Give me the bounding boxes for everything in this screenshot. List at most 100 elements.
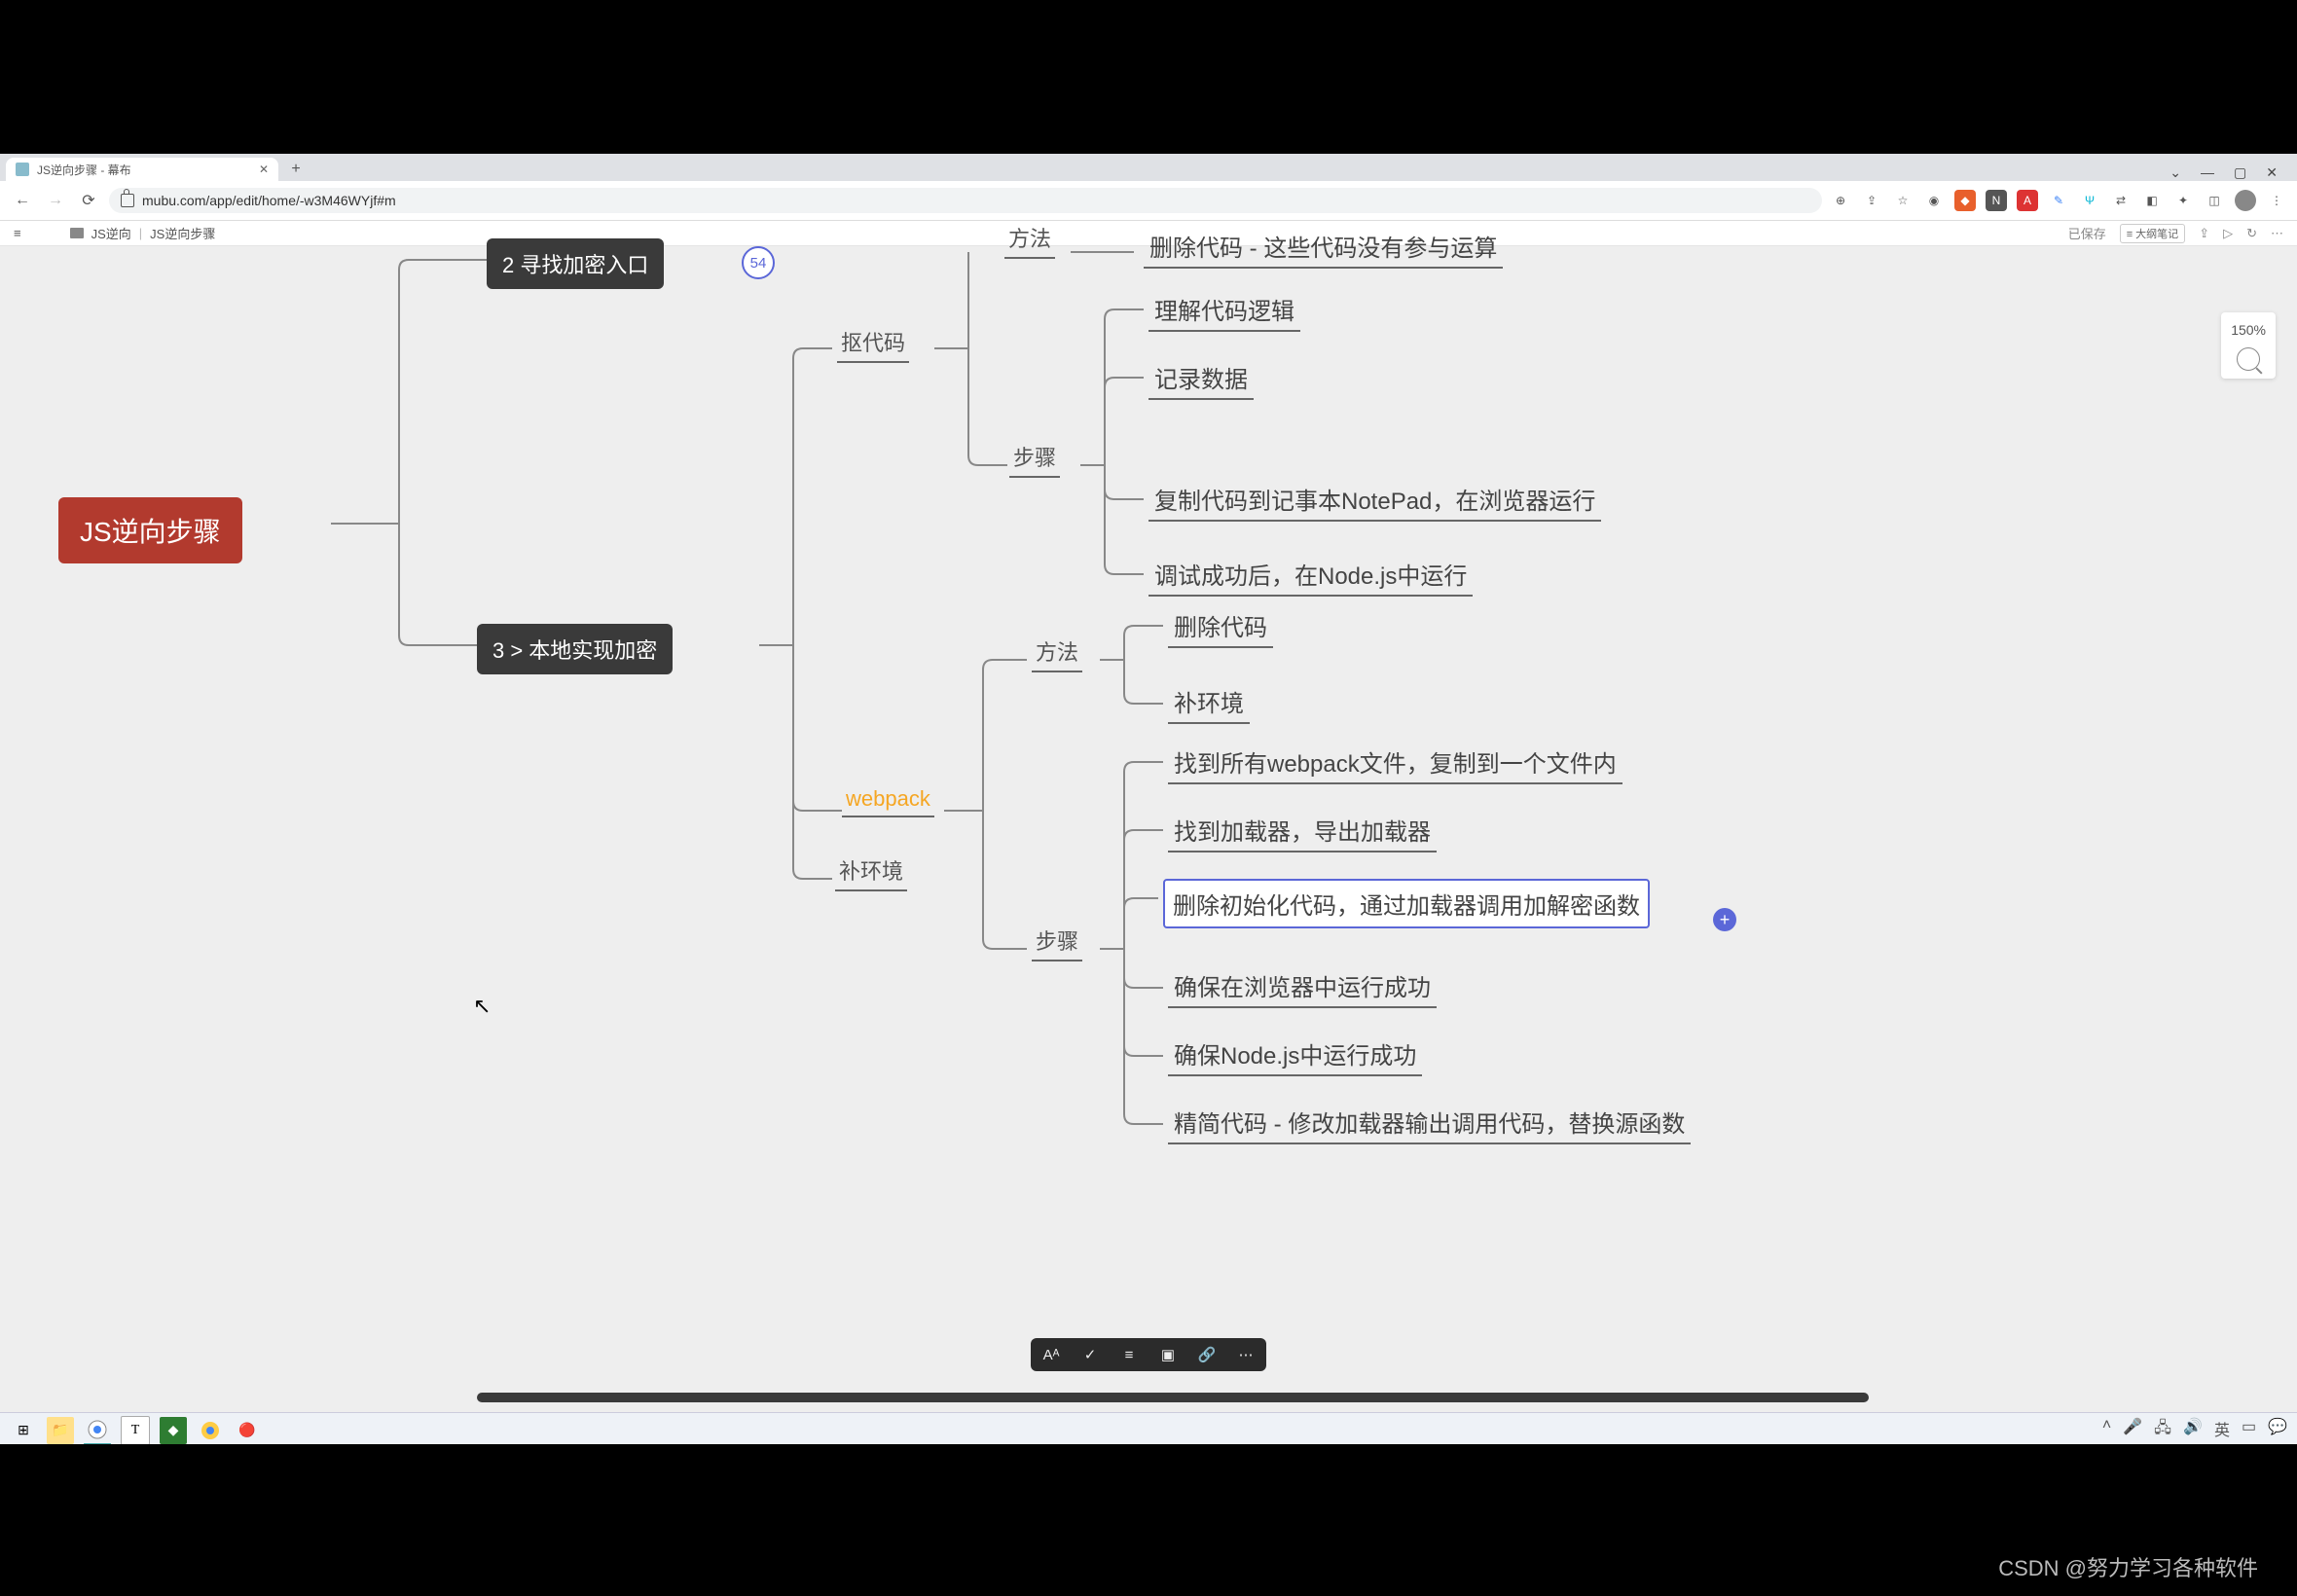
text-format-icon[interactable]: Aᴬ: [1040, 1344, 1062, 1365]
nav-back-icon[interactable]: ←: [10, 188, 35, 213]
check-icon[interactable]: ✓: [1079, 1344, 1101, 1365]
windows-taskbar: ⊞ 📁 T ◆ 🔴 ˄ 🎤 🖧 🔊 英 ▭ 💬: [0, 1412, 2297, 1447]
window-maximize-icon[interactable]: ▢: [2234, 164, 2246, 181]
mindmap-canvas[interactable]: JS逆向步骤 2 寻找加密入口 54 3 > 本地实现加密 抠代码 webpac…: [0, 246, 2297, 1412]
watermark-text: CSDN @努力学习各种软件: [1998, 1551, 2258, 1582]
node-steps-top[interactable]: 步骤: [1009, 441, 1060, 478]
node-steps-wp[interactable]: 步骤: [1032, 925, 1082, 961]
node-buhuanjing[interactable]: 补环境: [835, 854, 907, 891]
ext-icon-2[interactable]: N: [1986, 190, 2007, 211]
tray-note-icon[interactable]: ▭: [2242, 1417, 2256, 1443]
window-close-icon[interactable]: ✕: [2266, 164, 2278, 181]
star-icon[interactable]: ☆: [1892, 190, 1914, 211]
profile-avatar-icon[interactable]: [2235, 190, 2256, 211]
zoom-value[interactable]: 150%: [2229, 318, 2268, 342]
connector-lines: [0, 246, 2297, 1412]
ext-icon-6[interactable]: ⇄: [2110, 190, 2132, 211]
window-minimize-icon[interactable]: —: [2201, 164, 2214, 181]
breadcrumb-folder[interactable]: JS逆向: [91, 224, 131, 242]
leaf-find-loader[interactable]: 找到加载器，导出加载器: [1168, 811, 1437, 852]
zoom-icon[interactable]: ⊕: [1830, 190, 1851, 211]
present-icon[interactable]: ▷: [2223, 226, 2233, 241]
tray-mic-icon[interactable]: 🎤: [2123, 1417, 2142, 1443]
chrome-task-icon[interactable]: [84, 1416, 111, 1445]
leaf-delcode-comment[interactable]: 删除代码 - 这些代码没有参与运算: [1144, 227, 1503, 269]
start-button-icon[interactable]: ⊞: [10, 1417, 37, 1444]
outline-mode-button[interactable]: ≡ 大纲笔记: [2120, 224, 2185, 243]
nav-forward-icon: →: [43, 188, 68, 213]
node-method-top[interactable]: 方法: [1004, 222, 1055, 259]
system-tray: ˄ 🎤 🖧 🔊 英 ▭ 💬: [2102, 1417, 2287, 1443]
tab-strip: JS逆向步骤 - 幕布 ✕ + ⌄ — ▢ ✕: [0, 154, 2297, 181]
leaf-copy-notepad[interactable]: 复制代码到记事本NotePad，在浏览器运行: [1148, 480, 1601, 522]
nav-reload-icon[interactable]: ⟳: [76, 188, 101, 213]
folder-icon: [70, 228, 84, 238]
node-koucode[interactable]: 抠代码: [837, 326, 909, 363]
camera-icon[interactable]: ◉: [1923, 190, 1945, 211]
add-child-button[interactable]: +: [1713, 908, 1736, 931]
ext-icon-3[interactable]: A: [2017, 190, 2038, 211]
ext-icon-5[interactable]: Ψ: [2079, 190, 2100, 211]
mouse-cursor-icon: ↖: [473, 994, 491, 1019]
sidepanel-icon[interactable]: ◫: [2204, 190, 2225, 211]
window-dropdown-icon[interactable]: ⌄: [2169, 164, 2181, 181]
chrome-menu-icon[interactable]: ⋮: [2266, 190, 2287, 211]
leaf-browser-ok[interactable]: 确保在浏览器中运行成功: [1168, 966, 1437, 1008]
ext-icon-1[interactable]: ◆: [1954, 190, 1976, 211]
list-icon[interactable]: ≡: [1118, 1344, 1140, 1365]
image-icon[interactable]: ▣: [1157, 1344, 1179, 1365]
address-bar-row: ← → ⟳ mubu.com/app/edit/home/-w3M46WYjf#…: [0, 181, 2297, 221]
horizontal-scrollbar[interactable]: [477, 1393, 1869, 1402]
leaf-delete-init-selected[interactable]: 删除初始化代码，通过加载器调用加解密函数: [1163, 879, 1650, 928]
node-local-encrypt[interactable]: 3 > 本地实现加密: [477, 624, 673, 674]
file-explorer-icon[interactable]: 📁: [47, 1417, 74, 1444]
leaf-node-ok[interactable]: 确保Node.js中运行成功: [1168, 1034, 1422, 1076]
pycharm-icon[interactable]: ◆: [160, 1417, 187, 1444]
tab-title: JS逆向步骤 - 幕布: [37, 162, 131, 178]
browser-window: JS逆向步骤 - 幕布 ✕ + ⌄ — ▢ ✕ ← → ⟳ mubu.com/a…: [0, 154, 2297, 1444]
more-icon[interactable]: ⋯: [2271, 226, 2283, 241]
node-webpack[interactable]: webpack: [842, 786, 934, 817]
browser-tab[interactable]: JS逆向步骤 - 幕布 ✕: [6, 158, 278, 181]
tray-net-icon[interactable]: 🖧: [2154, 1417, 2171, 1443]
url-text: mubu.com/app/edit/home/-w3M46WYjf#m: [142, 193, 396, 208]
hamburger-icon[interactable]: ≡: [14, 226, 21, 240]
lock-icon: [121, 194, 134, 207]
toolbar-more-icon[interactable]: ⋯: [1235, 1344, 1257, 1365]
link-icon[interactable]: 🔗: [1196, 1344, 1218, 1365]
leaf-delcode[interactable]: 删除代码: [1168, 606, 1273, 648]
node-method-wp[interactable]: 方法: [1032, 635, 1082, 672]
extensions-icon[interactable]: ✦: [2172, 190, 2194, 211]
tray-notify-icon[interactable]: 💬: [2268, 1417, 2287, 1443]
tray-chevron-icon[interactable]: ˄: [2102, 1417, 2111, 1443]
node-find-entry[interactable]: 2 寻找加密入口: [487, 238, 664, 289]
tray-ime-icon[interactable]: 英: [2214, 1417, 2230, 1443]
tray-vol-icon[interactable]: 🔊: [2183, 1417, 2203, 1443]
breadcrumb-sep: |: [139, 226, 142, 240]
ext-icon-4[interactable]: ✎: [2048, 190, 2069, 211]
app-icon[interactable]: 🔴: [234, 1417, 261, 1444]
leaf-find-webpack[interactable]: 找到所有webpack文件，复制到一个文件内: [1168, 743, 1622, 784]
toolbar-right: ⊕ ⇪ ☆ ◉ ◆ N A ✎ Ψ ⇄ ◧ ✦ ◫ ⋮: [1830, 190, 2287, 211]
ext-icon-7[interactable]: ◧: [2141, 190, 2163, 211]
new-tab-button[interactable]: +: [284, 158, 308, 181]
saved-status: 已保存: [2068, 224, 2106, 242]
text-app-icon[interactable]: T: [121, 1416, 150, 1445]
chrome-canary-icon[interactable]: [197, 1417, 224, 1444]
leaf-run-node[interactable]: 调试成功后，在Node.js中运行: [1148, 555, 1473, 597]
node-badge-count[interactable]: 54: [742, 246, 775, 279]
breadcrumb-doc[interactable]: JS逆向步骤: [150, 224, 215, 242]
address-bar[interactable]: mubu.com/app/edit/home/-w3M46WYjf#m: [109, 188, 1822, 213]
node-root[interactable]: JS逆向步骤: [58, 497, 242, 563]
leaf-simplify[interactable]: 精简代码 - 修改加载器输出调用代码，替换源函数: [1168, 1103, 1691, 1144]
leaf-buhuan[interactable]: 补环境: [1168, 682, 1250, 724]
share-action-icon[interactable]: ⇪: [2199, 226, 2209, 241]
history-icon[interactable]: ↻: [2246, 226, 2257, 241]
favicon: [16, 163, 29, 176]
floating-toolbar: Aᴬ ✓ ≡ ▣ 🔗 ⋯: [1031, 1338, 1266, 1371]
leaf-record[interactable]: 记录数据: [1148, 358, 1254, 400]
share-icon[interactable]: ⇪: [1861, 190, 1882, 211]
fit-view-icon[interactable]: [2237, 347, 2260, 371]
leaf-understand[interactable]: 理解代码逻辑: [1148, 290, 1300, 332]
tab-close-icon[interactable]: ✕: [259, 163, 269, 176]
